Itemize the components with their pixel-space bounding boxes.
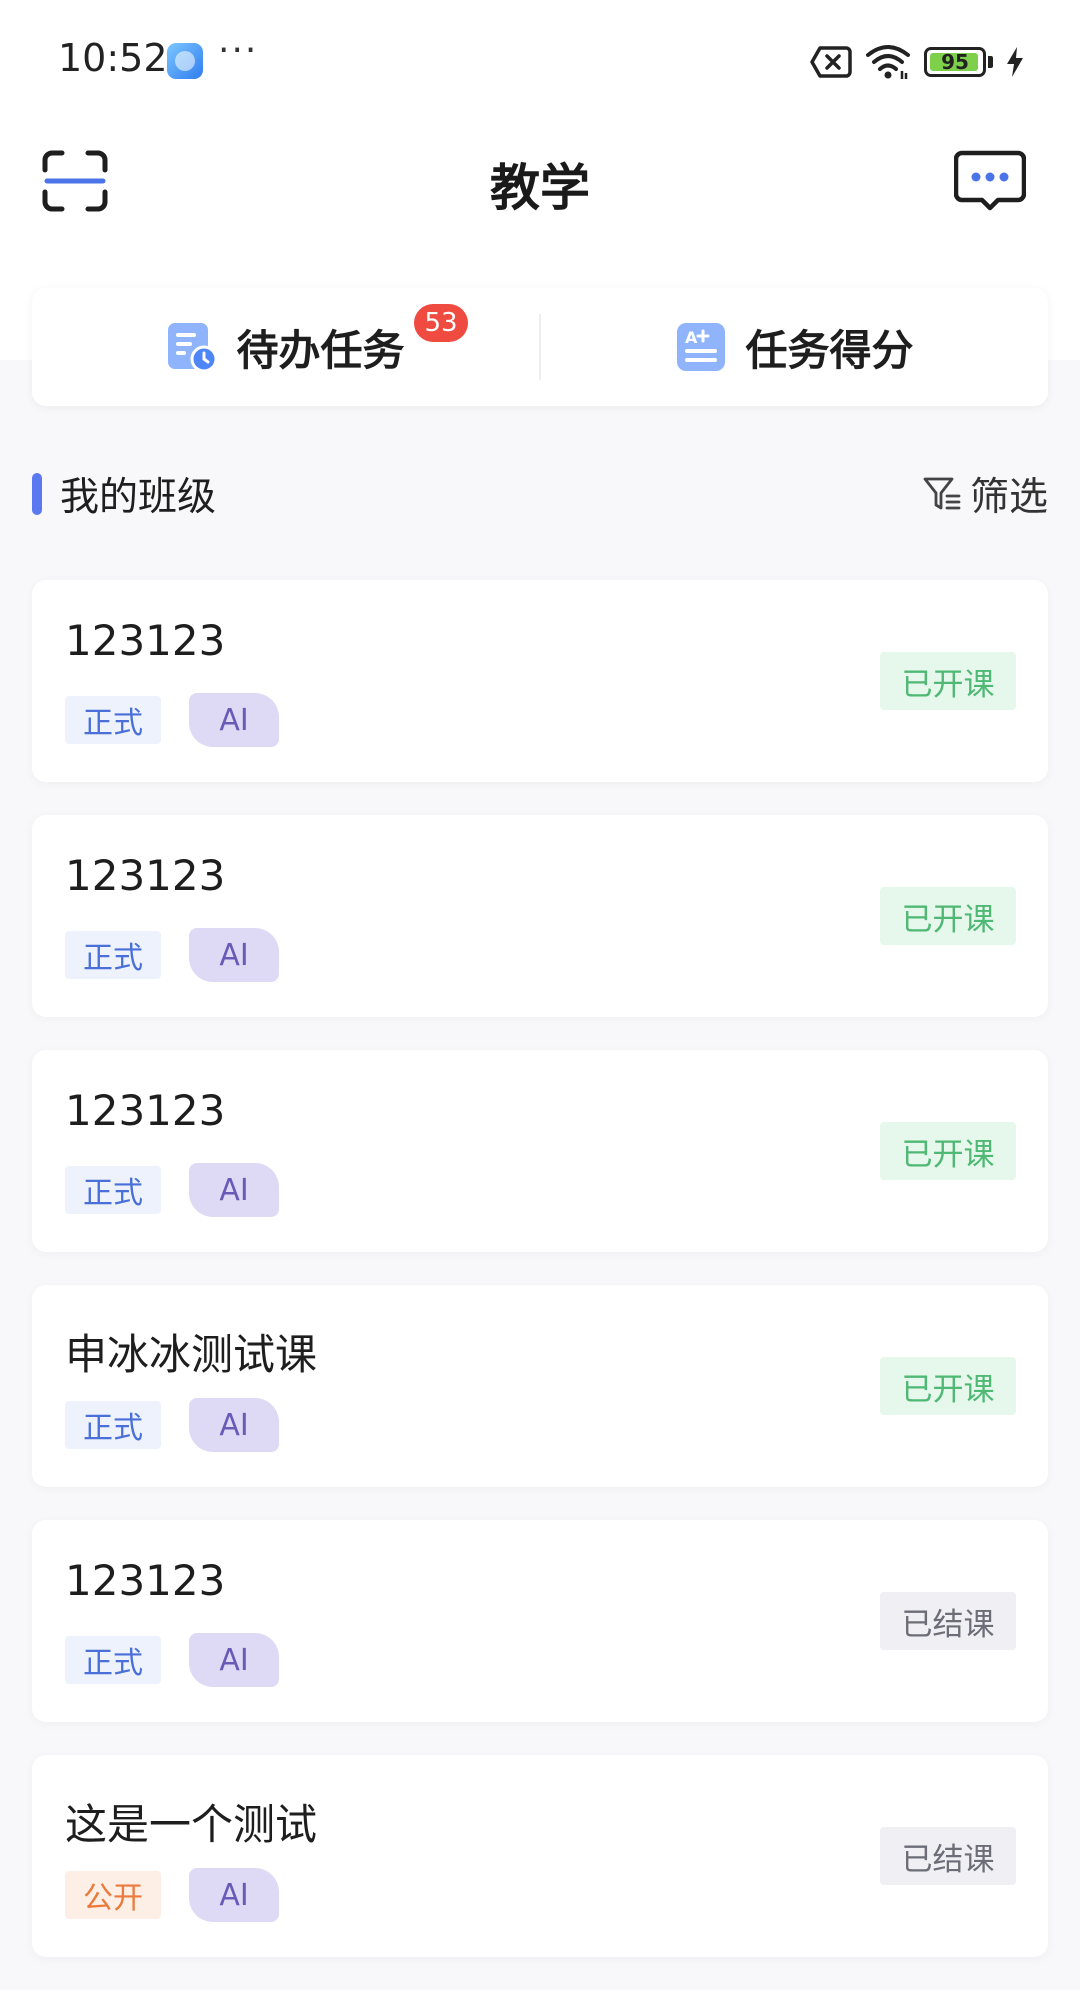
class-card[interactable]: 123123 正式 AI 已开课 <box>32 580 1048 782</box>
wifi-icon <box>866 45 910 79</box>
battery-level: 95 <box>941 50 969 74</box>
section-marker <box>32 473 42 515</box>
charging-icon <box>1007 47 1023 77</box>
class-tags: 正式 AI <box>65 1398 279 1452</box>
class-tags: 正式 AI <box>65 1633 279 1687</box>
class-type-tag: 正式 <box>65 931 161 979</box>
class-card[interactable]: 123123 正式 AI 已开课 <box>32 1050 1048 1252</box>
ai-tag: AI <box>189 1633 279 1687</box>
class-card[interactable]: 申冰冰测试课 正式 AI 已开课 <box>32 1285 1048 1487</box>
todo-task-icon <box>168 323 218 373</box>
class-tags: 正式 AI <box>65 928 279 982</box>
score-icon: A <box>677 323 726 371</box>
battery-cap <box>988 56 993 68</box>
battery-icon: 95 <box>924 47 986 77</box>
task-score-label: 任务得分 <box>745 325 914 375</box>
class-type-tag: 正式 <box>65 1636 161 1684</box>
todo-tasks-label: 待办任务 <box>236 325 405 375</box>
ai-tag: AI <box>189 1163 279 1217</box>
class-name: 申冰冰测试课 <box>65 1330 318 1379</box>
app-icon <box>167 43 203 79</box>
class-name: 这是一个测试 <box>65 1800 318 1849</box>
page-title: 教学 <box>490 159 590 217</box>
ai-tag: AI <box>189 1868 279 1922</box>
class-type-tag: 正式 <box>65 1166 161 1214</box>
status-time: 10:52 <box>58 36 168 80</box>
no-sim-icon <box>810 46 852 78</box>
class-type-tag: 正式 <box>65 696 161 744</box>
class-status-tag: 已开课 <box>880 652 1016 710</box>
ai-tag: AI <box>189 928 279 982</box>
class-status-tag: 已开课 <box>880 1357 1016 1415</box>
filter-label: 筛选 <box>969 475 1048 520</box>
system-icons: 95 <box>810 42 1025 82</box>
class-name: 123123 <box>65 616 226 665</box>
class-tags: 正式 AI <box>65 693 279 747</box>
my-classes-header: 我的班级 筛选 <box>32 456 1048 532</box>
class-card[interactable]: 123123 正式 AI 已结课 <box>32 1520 1048 1722</box>
svg-text:A: A <box>685 328 698 347</box>
class-status-tag: 已结课 <box>880 1827 1016 1885</box>
class-type-tag: 正式 <box>65 1401 161 1449</box>
quick-tabs-card: 待办任务 53 A 任务得分 <box>32 288 1048 406</box>
section-title: 我的班级 <box>60 475 217 520</box>
class-status-tag: 已结课 <box>880 1592 1016 1650</box>
class-tags: 正式 AI <box>65 1163 279 1217</box>
class-list: 123123 正式 AI 已开课 123123 正式 AI 已开课 123123… <box>32 580 1048 1990</box>
class-name: 123123 <box>65 1086 226 1135</box>
status-bar: 10:52 ··· 95 <box>0 0 1080 120</box>
todo-tasks-tab[interactable]: 待办任务 53 <box>32 288 539 406</box>
task-score-tab[interactable]: A 任务得分 <box>541 288 1048 406</box>
ai-tag: AI <box>189 693 279 747</box>
filter-button[interactable]: 筛选 <box>922 466 1048 522</box>
ai-tag: AI <box>189 1398 279 1452</box>
class-status-tag: 已开课 <box>880 887 1016 945</box>
class-name: 123123 <box>65 851 226 900</box>
more-notifications-icon: ··· <box>218 30 259 71</box>
todo-count-badge: 53 <box>414 304 468 342</box>
class-card[interactable]: 这是一个测试 公开 AI 已结课 <box>32 1755 1048 1957</box>
message-icon[interactable] <box>954 150 1026 212</box>
class-card[interactable]: 123123 正式 AI 已开课 <box>32 815 1048 1017</box>
class-status-tag: 已开课 <box>880 1122 1016 1180</box>
class-name: 123123 <box>65 1556 226 1605</box>
class-tags: 公开 AI <box>65 1868 279 1922</box>
class-type-tag: 公开 <box>65 1871 161 1919</box>
filter-icon <box>923 477 961 510</box>
